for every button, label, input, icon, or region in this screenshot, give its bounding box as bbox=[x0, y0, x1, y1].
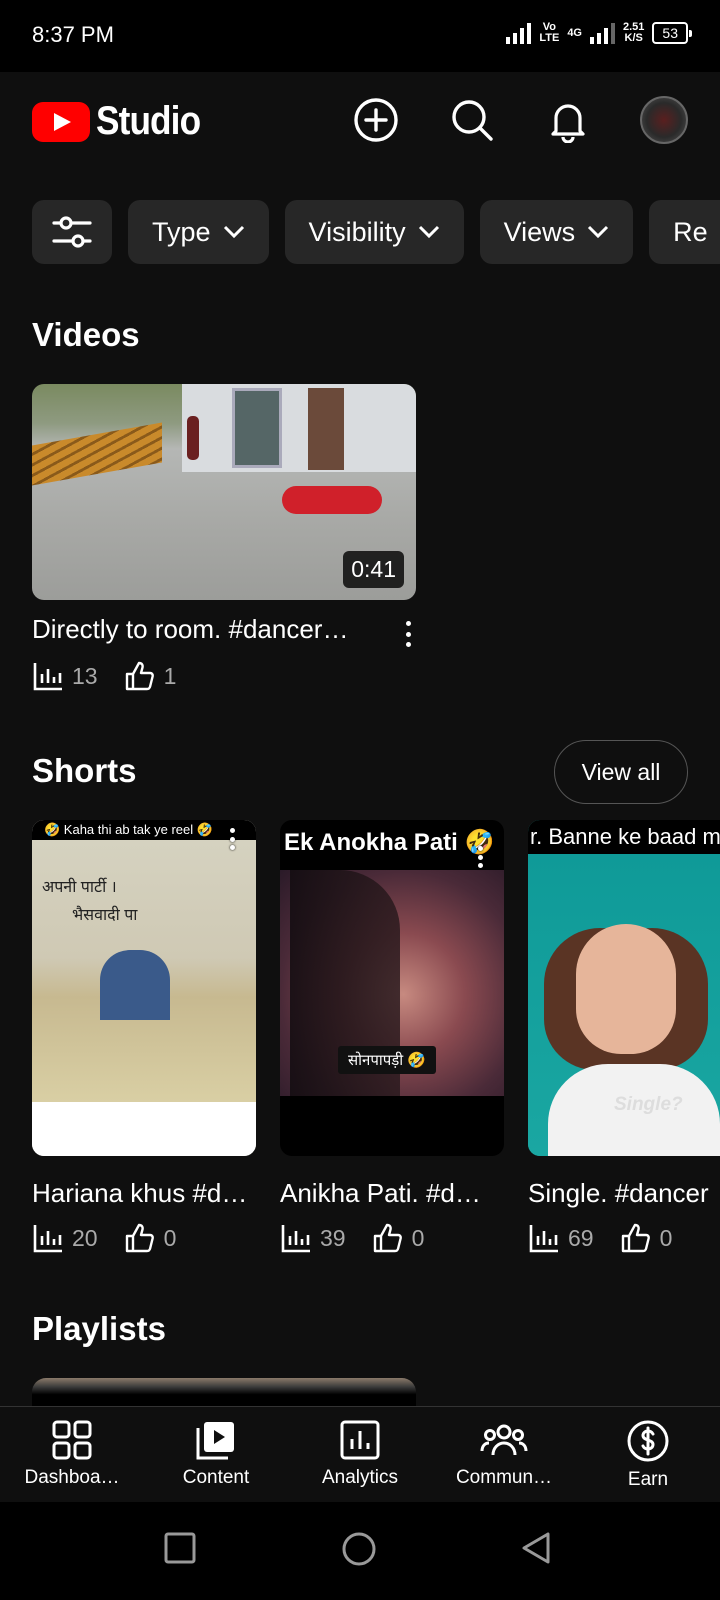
like-icon bbox=[124, 660, 156, 692]
filter-more[interactable]: Re bbox=[649, 200, 720, 264]
playlist-thumbnail[interactable] bbox=[32, 1378, 416, 1408]
search-icon bbox=[452, 100, 493, 141]
add-circle-icon bbox=[354, 98, 398, 142]
short-2-caption: Ek Anokha Pati 🤣 bbox=[284, 829, 495, 856]
short-thumbnail-3[interactable]: r. Banne ke baad mera Single? bbox=[528, 820, 720, 1156]
nav-dashboard[interactable]: Dashboa… bbox=[0, 1407, 144, 1502]
videos-heading: Videos bbox=[32, 316, 140, 353]
chevron-down-icon bbox=[588, 225, 609, 239]
system-nav-bar bbox=[0, 1502, 720, 1600]
back-triangle-icon bbox=[522, 1532, 550, 1564]
nav-content[interactable]: Content bbox=[144, 1407, 288, 1502]
youtube-logo-icon bbox=[32, 101, 90, 142]
earn-icon bbox=[627, 1420, 669, 1462]
community-icon bbox=[480, 1424, 528, 1456]
video-thumbnail[interactable]: 0:41 bbox=[32, 384, 416, 600]
video-views: 13 bbox=[72, 662, 98, 689]
app-header: Studio bbox=[0, 72, 720, 172]
create-button[interactable] bbox=[352, 96, 400, 144]
studio-logo[interactable]: Studio bbox=[32, 99, 214, 144]
nav-analytics[interactable]: Analytics bbox=[288, 1407, 432, 1502]
short-thumbnail-2[interactable]: Ek Anokha Pati 🤣 सोनपापड़ी 🤣 bbox=[280, 820, 504, 1156]
bottom-nav: Dashboa… Content Analytics Commun… Earn bbox=[0, 1406, 720, 1502]
views-chart-icon bbox=[32, 1222, 64, 1254]
short-1-emoji-row: 😂😂😂😂😂😂😂😂 bbox=[32, 1102, 256, 1156]
short-2-subtitle: सोनपापड़ी 🤣 bbox=[338, 1046, 437, 1074]
like-icon bbox=[620, 1222, 652, 1254]
recents-button[interactable] bbox=[162, 1530, 198, 1571]
nav-community[interactable]: Commun… bbox=[432, 1407, 576, 1502]
short-3-title[interactable]: Single. #dancer bbox=[528, 1178, 720, 1209]
playlists-heading: Playlists bbox=[32, 1310, 166, 1347]
short-1-stats: 20 0 bbox=[32, 1222, 176, 1254]
video-likes: 1 bbox=[163, 662, 177, 689]
network-speed: 2.51 K/S bbox=[623, 21, 645, 44]
like-icon bbox=[372, 1222, 404, 1254]
back-button[interactable] bbox=[518, 1530, 554, 1571]
short-1-title[interactable]: Hariana khus #d… bbox=[32, 1178, 260, 1209]
status-bar: 8:37 PM Vo LTE 4G 2.51 K/S 53 bbox=[0, 0, 720, 72]
status-time: 8:37 PM bbox=[32, 22, 114, 47]
search-button[interactable] bbox=[448, 96, 496, 144]
content-icon bbox=[196, 1422, 234, 1460]
like-icon bbox=[124, 1222, 156, 1254]
logo-text: Studio bbox=[96, 99, 201, 143]
dashboard-icon bbox=[52, 1420, 92, 1460]
filter-views[interactable]: Views bbox=[479, 200, 634, 264]
short-3-stats: 69 0 bbox=[528, 1222, 672, 1254]
chevron-down-icon bbox=[223, 225, 244, 239]
filter-bar: Type Visibility Views Re bbox=[32, 200, 720, 264]
signal-2-icon bbox=[590, 22, 615, 44]
circle-icon bbox=[342, 1532, 376, 1566]
short-3-subtitle: Single? bbox=[614, 1094, 683, 1115]
short-2-title[interactable]: Anikha Pati. #d… bbox=[280, 1178, 508, 1209]
video-title[interactable]: Directly to room. #dancer… bbox=[32, 614, 348, 645]
account-avatar[interactable] bbox=[640, 96, 688, 144]
video-duration: 0:41 bbox=[343, 551, 404, 588]
notifications-button[interactable] bbox=[544, 96, 592, 144]
view-all-button[interactable]: View all bbox=[554, 740, 688, 804]
filter-settings-button[interactable] bbox=[32, 200, 112, 264]
analytics-icon bbox=[340, 1420, 380, 1460]
nav-earn[interactable]: Earn bbox=[576, 1407, 720, 1502]
square-icon bbox=[164, 1532, 196, 1564]
volte-indicator: Vo LTE bbox=[539, 21, 560, 44]
status-indicators: Vo LTE 4G 2.51 K/S 53 bbox=[506, 21, 692, 44]
short-thumbnail-1[interactable]: 🤣 Kaha thi ab tak ye reel 🤣 अपनी पार्टी … bbox=[32, 820, 256, 1156]
filter-type[interactable]: Type bbox=[128, 200, 269, 264]
short-2-more-button[interactable] bbox=[470, 844, 490, 870]
views-chart-icon bbox=[280, 1222, 312, 1254]
short-2-stats: 39 0 bbox=[280, 1222, 424, 1254]
network-indicator: 4G bbox=[567, 26, 582, 39]
bell-icon bbox=[551, 104, 585, 143]
short-3-caption: r. Banne ke baad mera bbox=[528, 820, 720, 854]
battery-icon: 53 bbox=[652, 22, 692, 44]
chevron-down-icon bbox=[418, 225, 439, 239]
video-more-button[interactable] bbox=[396, 619, 420, 649]
video-stats: 13 1 bbox=[32, 660, 176, 692]
short-1-more-button[interactable] bbox=[222, 826, 242, 852]
signal-icon bbox=[506, 22, 532, 44]
views-chart-icon bbox=[32, 660, 64, 692]
tune-icon bbox=[52, 216, 92, 248]
filter-visibility[interactable]: Visibility bbox=[284, 200, 464, 264]
views-chart-icon bbox=[528, 1222, 560, 1254]
shorts-heading: Shorts bbox=[32, 752, 137, 789]
home-button[interactable] bbox=[340, 1530, 378, 1573]
